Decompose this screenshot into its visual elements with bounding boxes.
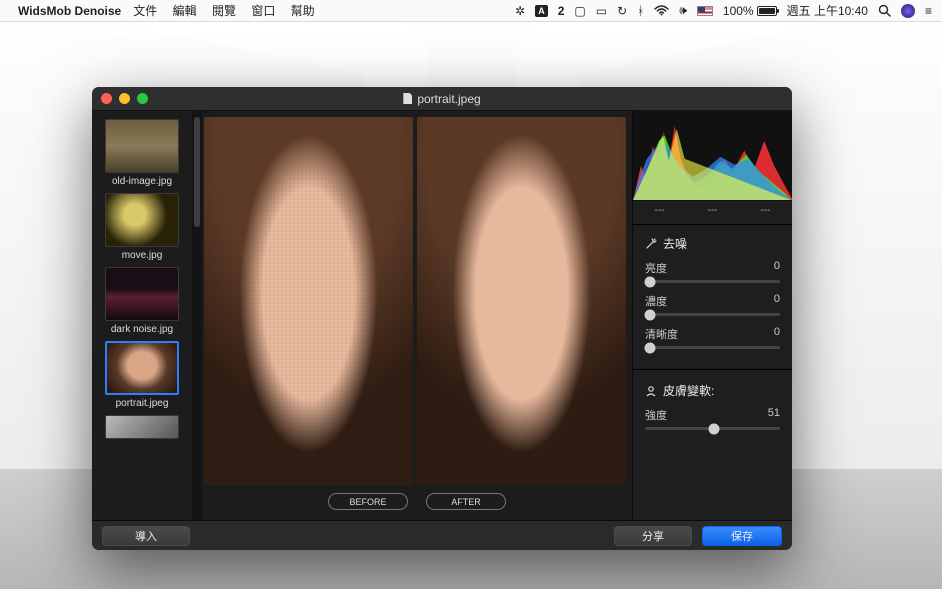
after-button[interactable]: AFTER [426, 493, 506, 510]
thumbnail-item[interactable]: old-image.jpg [98, 119, 186, 187]
menubar-input-flag-icon[interactable] [697, 6, 713, 16]
menubar-menus: 文件 編輯 閱覽 窗口 幫助 [133, 2, 326, 19]
menubar-volume-icon[interactable]: 🕪 [679, 3, 687, 18]
save-button[interactable]: 保存 [702, 526, 782, 546]
preview-before[interactable] [204, 117, 413, 485]
preview-after-image [417, 117, 626, 485]
thumbnail-image [105, 415, 179, 439]
skin-intensity-slider-row: 強度 51 [645, 407, 780, 430]
menubar-camera-icon[interactable]: ▢ [574, 4, 585, 18]
menu-view[interactable]: 閱覽 [212, 4, 236, 18]
menubar-display-icon[interactable]: ▭ [596, 4, 607, 18]
adjustments-panel: --- --- --- 去噪 亮度 0 [632, 111, 792, 520]
thumbnail-image [105, 341, 179, 395]
scrollbar-thumb[interactable] [194, 117, 200, 227]
window-title: portrait.jpeg [92, 92, 792, 106]
battery-icon [757, 6, 777, 16]
thumbnail-label: portrait.jpeg [116, 398, 169, 409]
menubar-spotlight-icon[interactable] [878, 4, 891, 17]
menubar-tab-icon[interactable]: 2 [558, 4, 565, 18]
luminance-label: 亮度 [645, 260, 667, 276]
preview-area: BEFORE AFTER [202, 111, 632, 520]
menubar-bluetooth-icon[interactable]: ᚼ [637, 4, 644, 18]
menu-file[interactable]: 文件 [133, 4, 157, 18]
histogram-value-b: --- [761, 205, 771, 216]
skin-intensity-label: 強度 [645, 407, 667, 423]
sharpness-slider[interactable] [645, 346, 780, 349]
import-button[interactable]: 導入 [102, 526, 190, 546]
denoise-section: 去噪 亮度 0 濃度 0 [633, 225, 792, 363]
thumbnail-sidebar: old-image.jpg move.jpg dark noise.jpg po… [92, 111, 192, 520]
chrominance-slider-row: 濃度 0 [645, 293, 780, 316]
menubar-wifi-icon[interactable] [654, 5, 669, 16]
document-icon [403, 93, 412, 104]
panel-divider [633, 369, 792, 370]
menu-help[interactable]: 幫助 [291, 4, 315, 18]
histogram-graph [633, 111, 792, 200]
before-button[interactable]: BEFORE [328, 493, 408, 510]
skin-intensity-slider[interactable] [645, 427, 780, 430]
thumbnail-image [105, 267, 179, 321]
menubar-siri-icon[interactable] [901, 4, 915, 18]
thumbnail-item[interactable]: dark noise.jpg [98, 267, 186, 335]
histogram-value-r: --- [655, 205, 665, 216]
sidebar-scrollbar[interactable] [192, 111, 202, 520]
preview-before-image [204, 117, 413, 485]
chrominance-value: 0 [774, 293, 780, 309]
preview-after[interactable] [417, 117, 626, 485]
user-icon [645, 385, 657, 397]
thumbnail-item[interactable] [98, 415, 186, 439]
menu-edit[interactable]: 編輯 [173, 4, 197, 18]
histogram-readout: --- --- --- [633, 201, 792, 225]
menubar-sync-icon[interactable]: ✲ [515, 4, 525, 18]
luminance-value: 0 [774, 260, 780, 276]
luminance-slider[interactable] [645, 280, 780, 283]
menubar-app-name[interactable]: WidsMob Denoise [18, 4, 121, 18]
skin-intensity-value: 51 [768, 407, 780, 423]
thumbnail-item[interactable]: portrait.jpeg [98, 341, 186, 409]
skin-section: 皮膚變軟: 強度 51 [633, 372, 792, 444]
thumbnail-item[interactable]: move.jpg [98, 193, 186, 261]
app-window: portrait.jpeg old-image.jpg move.jpg dar… [92, 87, 792, 550]
macos-menubar: WidsMob Denoise 文件 編輯 閱覽 窗口 幫助 ✲ A 2 ▢ ▭… [0, 0, 942, 22]
skin-section-title: 皮膚變軟: [663, 382, 714, 399]
luminance-slider-row: 亮度 0 [645, 260, 780, 283]
slider-knob[interactable] [708, 423, 719, 434]
histogram-value-g: --- [708, 205, 718, 216]
menubar-updates-icon[interactable]: ↻ [617, 4, 627, 18]
chrominance-label: 濃度 [645, 293, 667, 309]
titlebar[interactable]: portrait.jpeg [92, 87, 792, 111]
menubar-datetime[interactable]: 週五 上午10:40 [787, 2, 868, 19]
thumbnail-label: move.jpg [122, 250, 163, 261]
chrominance-slider[interactable] [645, 313, 780, 316]
sharpness-label: 清晰度 [645, 326, 678, 342]
sharpness-value: 0 [774, 326, 780, 342]
slider-knob[interactable] [645, 309, 656, 320]
window-title-text: portrait.jpeg [417, 92, 480, 106]
menubar-adobe-icon[interactable]: A [535, 5, 548, 17]
thumbnail-label: old-image.jpg [112, 176, 172, 187]
share-button[interactable]: 分享 [614, 526, 692, 546]
denoise-section-title: 去噪 [663, 235, 687, 252]
window-footer: 導入 分享 保存 [92, 520, 792, 550]
slider-knob[interactable] [645, 342, 656, 353]
slider-knob[interactable] [645, 276, 656, 287]
menu-window[interactable]: 窗口 [251, 4, 275, 18]
sharpness-slider-row: 清晰度 0 [645, 326, 780, 349]
battery-percent: 100% [723, 4, 754, 18]
thumbnail-image [105, 193, 179, 247]
menubar-battery[interactable]: 100% [723, 4, 777, 18]
thumbnail-label: dark noise.jpg [111, 324, 173, 335]
menubar-notifications-icon[interactable]: ≡ [925, 4, 932, 18]
wand-icon [645, 238, 657, 250]
thumbnail-image [105, 119, 179, 173]
histogram [633, 111, 792, 201]
